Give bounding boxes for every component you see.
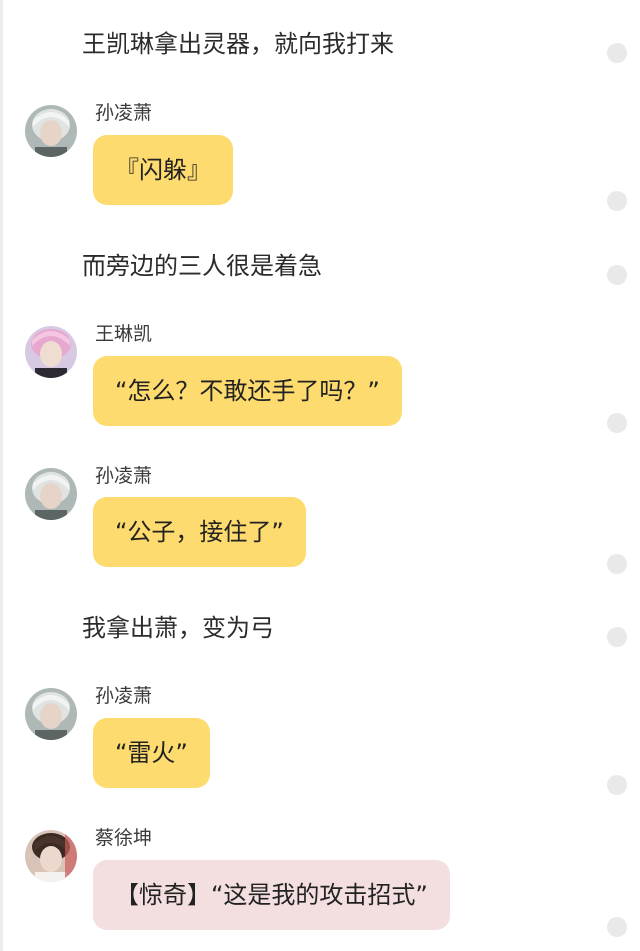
speech-bubble[interactable]: 『闪躲』 bbox=[93, 135, 233, 205]
side-dot[interactable] bbox=[607, 917, 627, 937]
speech-bubble[interactable]: “公子，接住了” bbox=[93, 497, 306, 567]
avatar-silver-hair[interactable] bbox=[25, 105, 77, 157]
speech-bubble[interactable]: “怎么？不敢还手了吗？” bbox=[93, 356, 402, 426]
side-dot[interactable] bbox=[607, 554, 627, 574]
left-rail bbox=[0, 0, 3, 951]
speaker-name: 孙凌萧 bbox=[95, 102, 153, 124]
side-dot[interactable] bbox=[607, 627, 627, 647]
speech-bubble[interactable]: “雷火” bbox=[93, 718, 210, 788]
narration-line: 我拿出萧，变为弓 bbox=[82, 614, 274, 642]
avatar-dark-hair[interactable] bbox=[25, 830, 77, 882]
avatar-silver-hair[interactable] bbox=[25, 688, 77, 740]
speech-bubble[interactable]: 【惊奇】“这是我的攻击招式” bbox=[93, 860, 450, 930]
speaker-name: 蔡徐坤 bbox=[95, 827, 153, 849]
speaker-name: 孙凌萧 bbox=[95, 685, 153, 707]
side-dot[interactable] bbox=[607, 413, 627, 433]
speaker-name: 王琳凯 bbox=[95, 323, 153, 345]
avatar-pink-hair[interactable] bbox=[25, 326, 77, 378]
side-dot[interactable] bbox=[607, 265, 627, 285]
narration-line: 王凯琳拿出灵器，就向我打来 bbox=[82, 30, 394, 58]
speaker-name: 孙凌萧 bbox=[95, 465, 153, 487]
side-dot[interactable] bbox=[607, 43, 627, 63]
side-dot[interactable] bbox=[607, 191, 627, 211]
avatar-silver-hair[interactable] bbox=[25, 468, 77, 520]
side-dot[interactable] bbox=[607, 775, 627, 795]
narration-line: 而旁边的三人很是着急 bbox=[82, 252, 322, 280]
